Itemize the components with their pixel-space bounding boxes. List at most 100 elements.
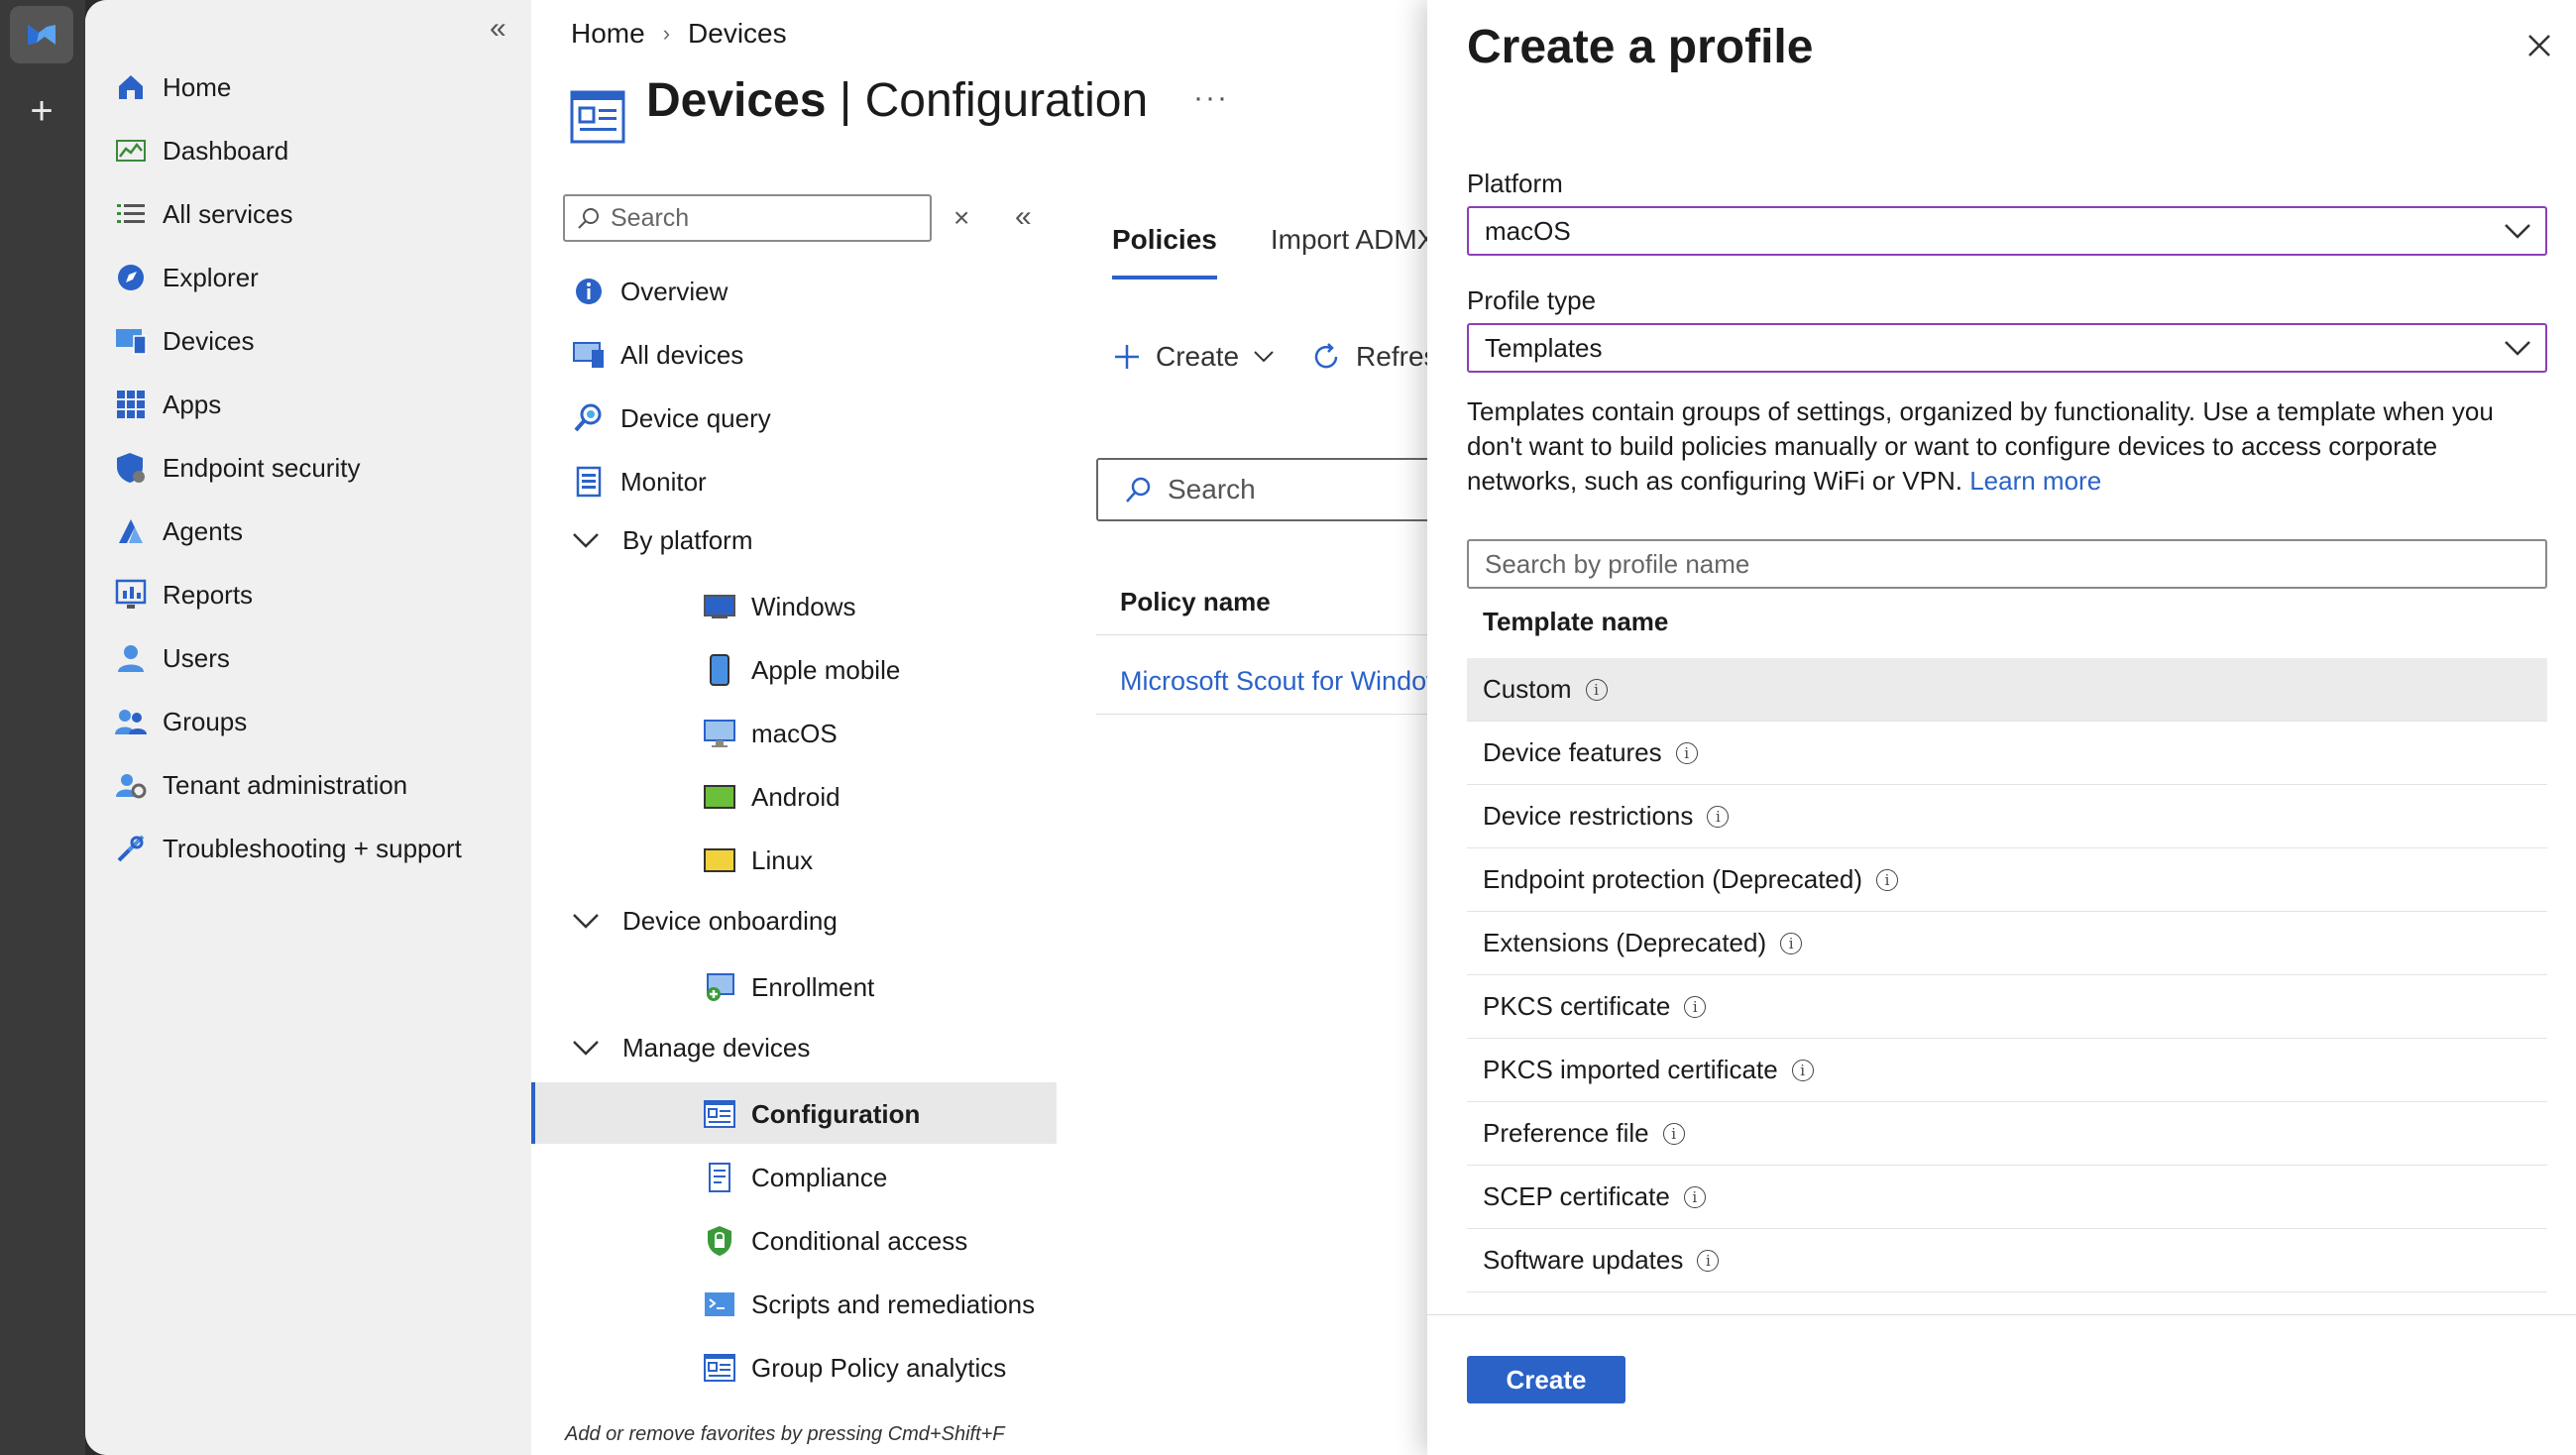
nav-item-explorer[interactable]: Explorer xyxy=(113,255,259,300)
template-row[interactable]: Custom i xyxy=(1467,658,2547,722)
info-icon[interactable]: i xyxy=(1707,805,1730,828)
info-icon[interactable]: i xyxy=(1684,995,1707,1018)
menu-item-linux[interactable]: Linux xyxy=(702,837,813,884)
info-icon[interactable]: i xyxy=(1585,678,1608,701)
menu-item-macos[interactable]: macOS xyxy=(702,710,838,757)
menu-item-conditional-access[interactable]: Conditional access xyxy=(702,1217,967,1265)
template-row[interactable]: Device features i xyxy=(1467,722,2547,785)
nav-item-tenant-administration[interactable]: Tenant administration xyxy=(113,762,407,808)
tab-policies[interactable]: Policies xyxy=(1112,224,1217,280)
menu-item-windows[interactable]: Windows xyxy=(702,583,855,630)
info-icon[interactable]: i xyxy=(1697,1249,1720,1272)
menu-group-label: By platform xyxy=(622,524,753,555)
menu-label: Group Policy analytics xyxy=(751,1352,1007,1383)
nav-item-home[interactable]: Home xyxy=(113,64,231,110)
info-icon[interactable]: i xyxy=(1662,1122,1685,1145)
nav-label: Agents xyxy=(163,515,243,546)
add-icon[interactable]: + xyxy=(22,91,61,131)
plus-icon xyxy=(1115,345,1139,369)
nav-item-dashboard[interactable]: Dashboard xyxy=(113,128,288,173)
templates-description: Templates contain groups of settings, or… xyxy=(1467,394,2547,499)
menu-item-scripts[interactable]: Scripts and remediations xyxy=(702,1281,1035,1328)
create-command[interactable]: Create xyxy=(1112,341,1275,373)
dashboard-icon xyxy=(113,133,149,168)
template-name: PKCS imported certificate xyxy=(1483,1055,1778,1084)
template-row[interactable]: PKCS certificate i xyxy=(1467,975,2547,1039)
menu-item-enrollment[interactable]: Enrollment xyxy=(702,963,874,1011)
groups-icon xyxy=(113,704,149,739)
mobile-device-icon xyxy=(702,652,737,688)
menu-search-input[interactable]: Search xyxy=(563,194,932,242)
left-navigation: « Home Dashboard All services Explorer D… xyxy=(85,0,531,1455)
create-button[interactable]: Create xyxy=(1467,1356,1625,1403)
clear-search-icon[interactable]: × xyxy=(953,202,969,234)
menu-search-placeholder: Search xyxy=(611,203,690,232)
close-icon[interactable] xyxy=(2521,28,2557,63)
nav-item-devices[interactable]: Devices xyxy=(113,318,254,364)
menu-item-compliance[interactable]: Compliance xyxy=(702,1154,887,1201)
nav-item-troubleshooting[interactable]: Troubleshooting + support xyxy=(113,826,462,871)
nav-item-apps[interactable]: Apps xyxy=(113,382,221,427)
profile-name-search-input[interactable]: Search by profile name xyxy=(1467,539,2547,589)
info-icon[interactable]: i xyxy=(1683,1185,1706,1208)
template-row[interactable]: SCEP certificate i xyxy=(1467,1166,2547,1229)
breadcrumb-home[interactable]: Home xyxy=(571,18,645,50)
menu-item-android[interactable]: Android xyxy=(702,773,840,821)
platform-select[interactable]: macOS xyxy=(1467,206,2547,256)
menu-label: Apple mobile xyxy=(751,654,901,685)
template-name: Endpoint protection (Deprecated) xyxy=(1483,864,1863,894)
menu-item-gp-analytics[interactable]: Group Policy analytics xyxy=(702,1344,1006,1392)
menu-item-monitor[interactable]: Monitor xyxy=(571,458,707,505)
template-row[interactable]: Software updates i xyxy=(1467,1229,2547,1292)
template-name: Extensions (Deprecated) xyxy=(1483,928,1767,957)
menu-item-overview[interactable]: Overview xyxy=(571,268,728,315)
info-icon[interactable]: i xyxy=(1780,932,1803,954)
nav-label: Troubleshooting + support xyxy=(163,833,462,863)
nav-label: Reports xyxy=(163,579,254,610)
app-rail: + xyxy=(0,0,85,1455)
profile-type-value: Templates xyxy=(1485,332,1603,363)
policy-row-link[interactable]: Microsoft Scout for Windows xyxy=(1120,666,1459,697)
nav-item-users[interactable]: Users xyxy=(113,635,230,681)
tab-import-admx[interactable]: Import ADMX xyxy=(1271,224,1435,280)
more-options-icon[interactable]: ··· xyxy=(1193,81,1229,115)
info-icon[interactable]: i xyxy=(1791,1059,1814,1081)
nav-label: Home xyxy=(163,71,232,102)
menu-group-manage-devices[interactable]: Manage devices xyxy=(571,1025,810,1070)
template-name: Device restrictions xyxy=(1483,801,1694,831)
platform-label: Platform xyxy=(1467,168,1563,198)
enrollment-icon xyxy=(702,969,737,1005)
template-row[interactable]: Device restrictions i xyxy=(1467,785,2547,848)
menu-item-all-devices[interactable]: All devices xyxy=(571,331,743,379)
template-row[interactable]: Endpoint protection (Deprecated) i xyxy=(1467,848,2547,912)
device-query-icon xyxy=(571,400,607,436)
template-row[interactable]: Extensions (Deprecated) i xyxy=(1467,912,2547,975)
shield-icon xyxy=(113,450,149,486)
explorer-icon xyxy=(113,260,149,295)
nav-item-all-services[interactable]: All services xyxy=(113,191,292,237)
template-row[interactable]: Preference file i xyxy=(1467,1102,2547,1166)
menu-item-device-query[interactable]: Device query xyxy=(571,394,771,442)
breadcrumb-devices[interactable]: Devices xyxy=(688,18,787,50)
lock-shield-icon xyxy=(702,1223,737,1259)
intune-logo-icon[interactable] xyxy=(10,6,73,63)
menu-group-by-platform[interactable]: By platform xyxy=(571,517,753,563)
info-icon[interactable]: i xyxy=(1675,741,1698,764)
collapse-nav-icon[interactable]: « xyxy=(490,12,506,46)
nav-item-reports[interactable]: Reports xyxy=(113,572,253,617)
menu-item-configuration[interactable]: Configuration xyxy=(702,1090,920,1138)
info-icon[interactable]: i xyxy=(1876,868,1899,891)
page-title-bold: Devices xyxy=(646,74,827,127)
favorites-hint: Add or remove favorites by pressing Cmd+… xyxy=(565,1423,1005,1445)
menu-group-device-onboarding[interactable]: Device onboarding xyxy=(571,898,838,944)
nav-item-agents[interactable]: Agents xyxy=(113,508,243,554)
menu-item-apple-mobile[interactable]: Apple mobile xyxy=(702,646,900,694)
collapse-menu-icon[interactable]: « xyxy=(1015,200,1032,234)
learn-more-link[interactable]: Learn more xyxy=(1969,466,2101,496)
nav-item-groups[interactable]: Groups xyxy=(113,699,247,744)
profile-type-select[interactable]: Templates xyxy=(1467,323,2547,373)
column-header-policy-name[interactable]: Policy name xyxy=(1120,587,1271,617)
template-name: Device features xyxy=(1483,737,1662,767)
nav-item-endpoint-security[interactable]: Endpoint security xyxy=(113,445,360,491)
template-row[interactable]: PKCS imported certificate i xyxy=(1467,1039,2547,1102)
